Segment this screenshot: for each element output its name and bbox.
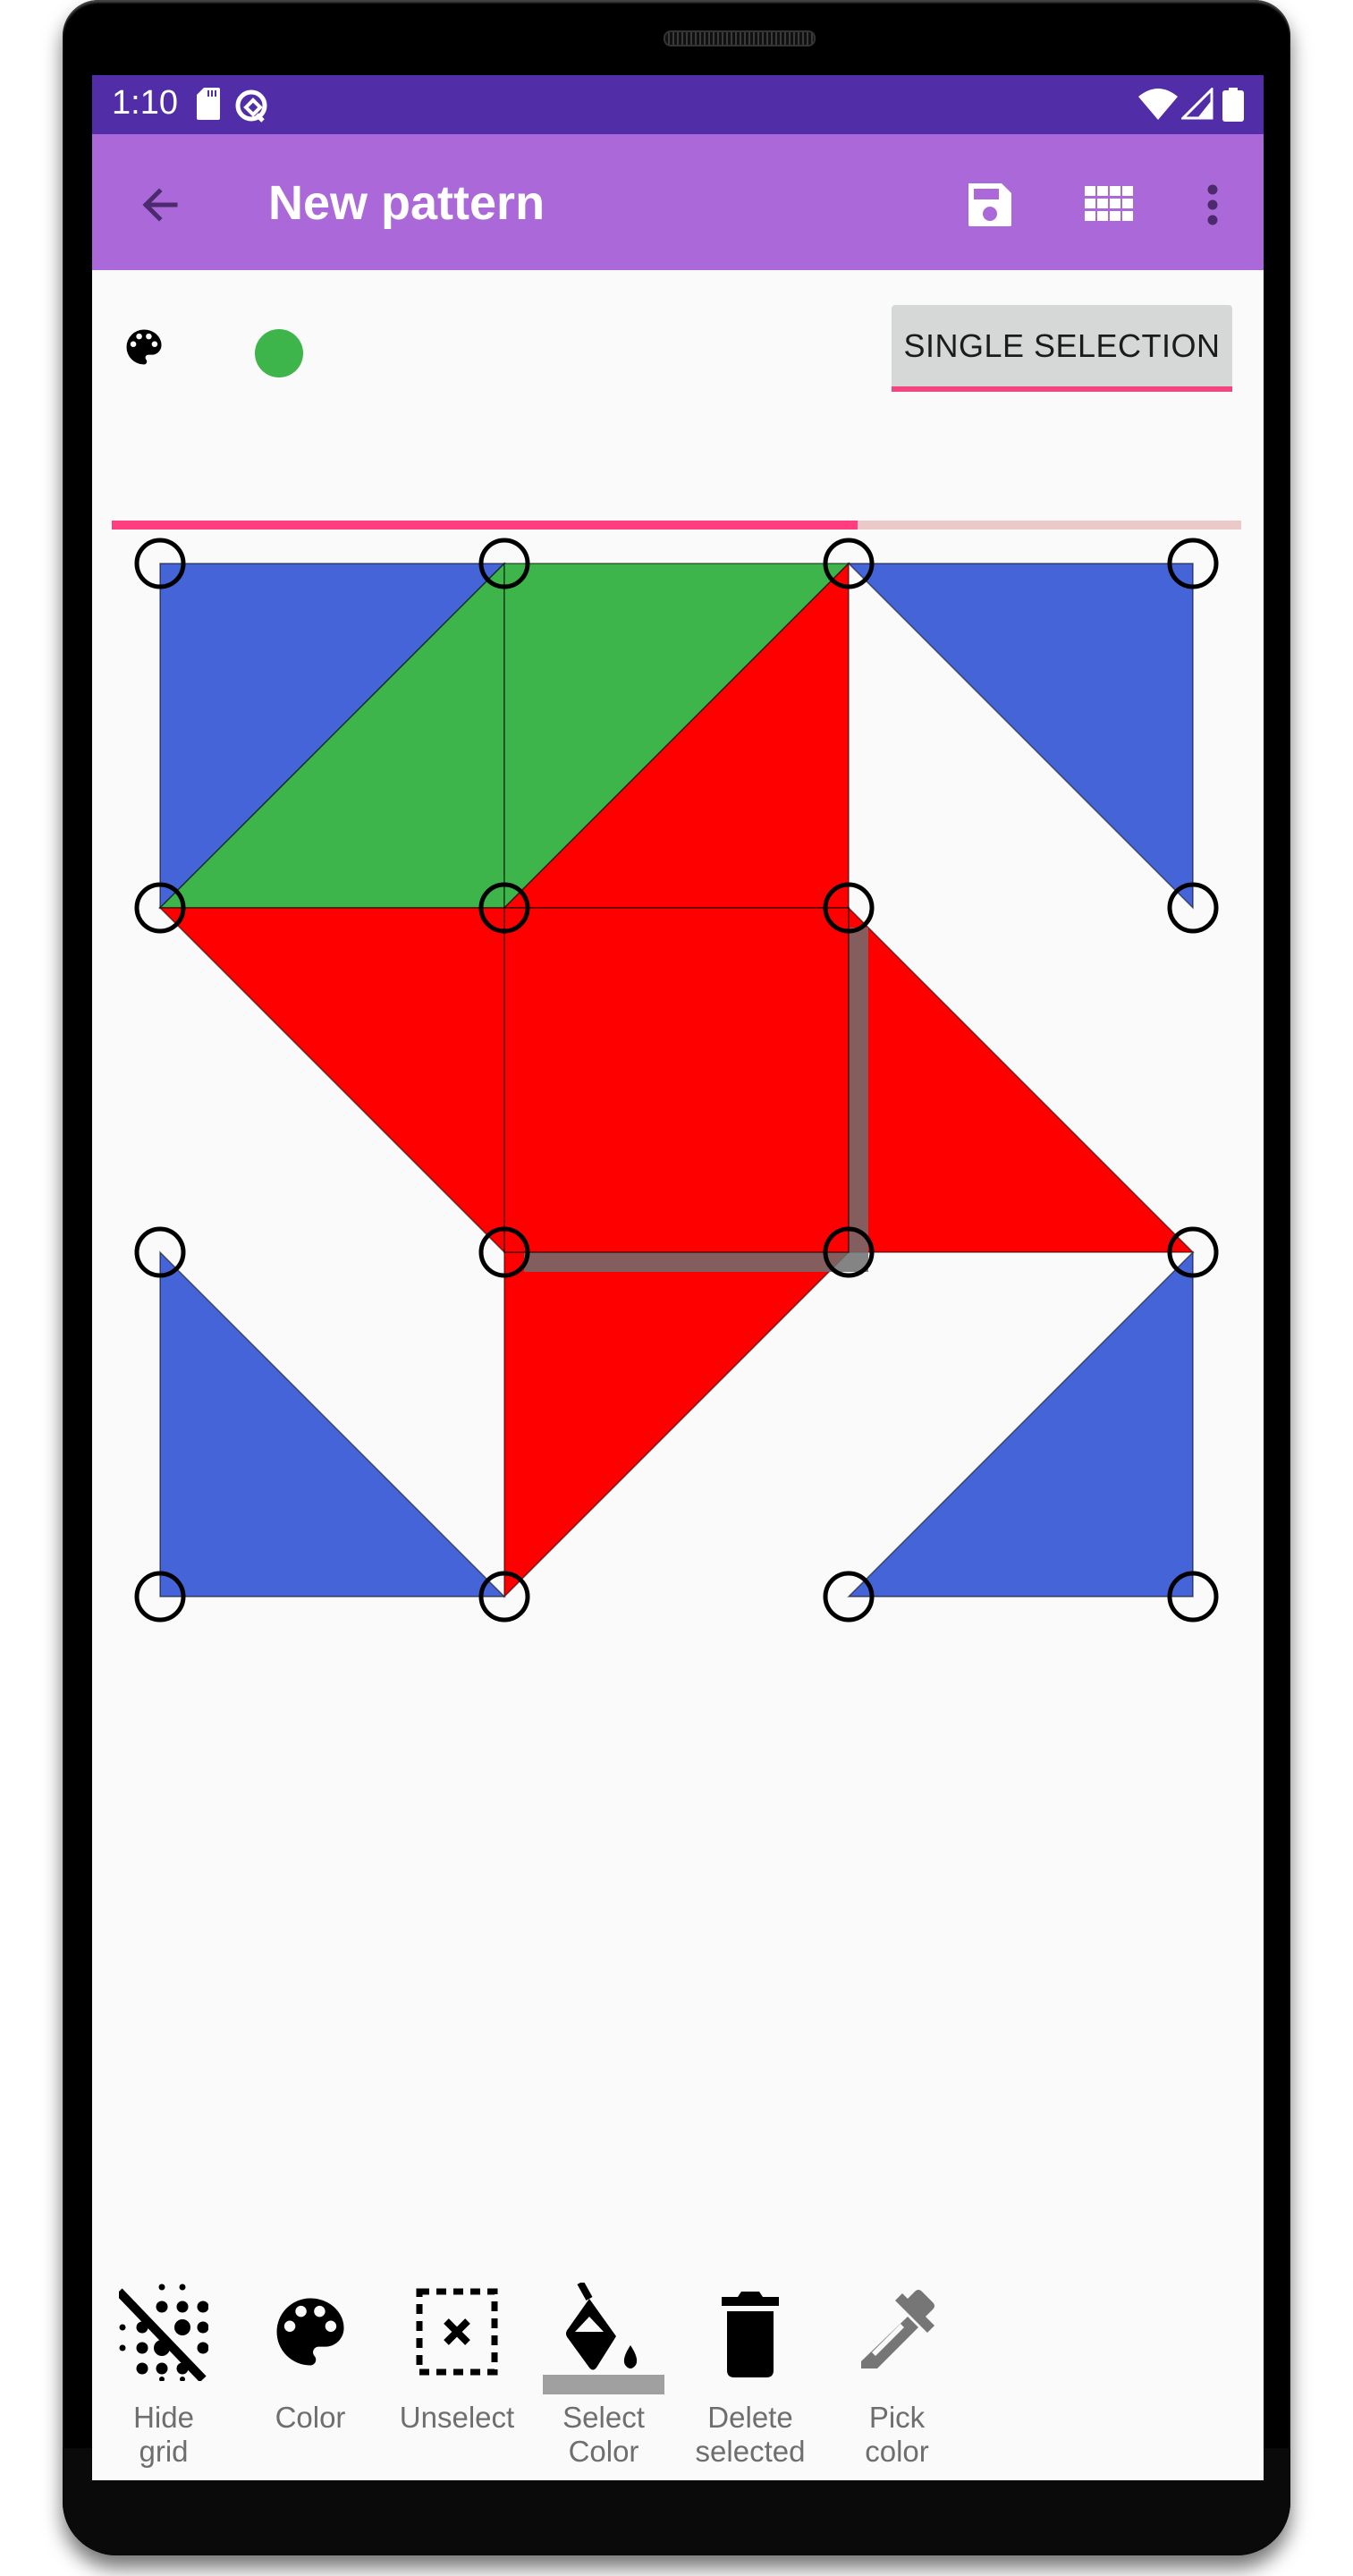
speaker-grille xyxy=(664,30,816,47)
tool-label: Hide grid xyxy=(133,2401,194,2468)
unselect-button[interactable]: Unselect xyxy=(390,2258,524,2480)
hide-grid-button[interactable]: Hide grid xyxy=(97,2258,231,2480)
hide-grid-icon xyxy=(119,2284,208,2381)
active-indicator xyxy=(543,2375,664,2394)
pattern-triangle[interactable] xyxy=(159,1250,506,1597)
tool-label: Delete selected xyxy=(695,2401,806,2468)
pattern-triangle[interactable] xyxy=(847,563,1194,910)
tool-label: Select Color xyxy=(562,2401,645,2468)
select-color-button[interactable]: Select Color xyxy=(537,2258,671,2480)
deselect-icon xyxy=(416,2288,498,2376)
pattern-triangle[interactable] xyxy=(503,1251,850,1598)
trash-icon xyxy=(722,2292,779,2377)
pattern-triangle[interactable] xyxy=(158,907,505,1254)
tool-label: Pick color xyxy=(865,2401,929,2468)
pick-color-button[interactable]: Pick color xyxy=(830,2258,964,2480)
pattern-triangle[interactable] xyxy=(847,1250,1194,1597)
palette-icon xyxy=(276,2298,344,2366)
bottom-toolbar: Hide grid Color Unselect Select Color De… xyxy=(92,2258,1264,2480)
pattern-canvas-area xyxy=(92,75,1264,2480)
selected-square[interactable] xyxy=(503,907,850,1253)
screen: 1:10 New pattern SINGLE SELECTION Hide g… xyxy=(92,75,1264,2480)
color-button[interactable]: Color xyxy=(243,2258,377,2480)
tool-label: Color xyxy=(275,2401,346,2434)
paint-bucket-icon xyxy=(566,2283,638,2370)
eyedropper-icon xyxy=(861,2290,934,2368)
delete-selected-button[interactable]: Delete selected xyxy=(683,2258,817,2480)
tool-label: Unselect xyxy=(399,2401,515,2434)
pattern-triangle[interactable] xyxy=(848,906,1195,1253)
pattern-canvas[interactable] xyxy=(92,75,1264,2480)
